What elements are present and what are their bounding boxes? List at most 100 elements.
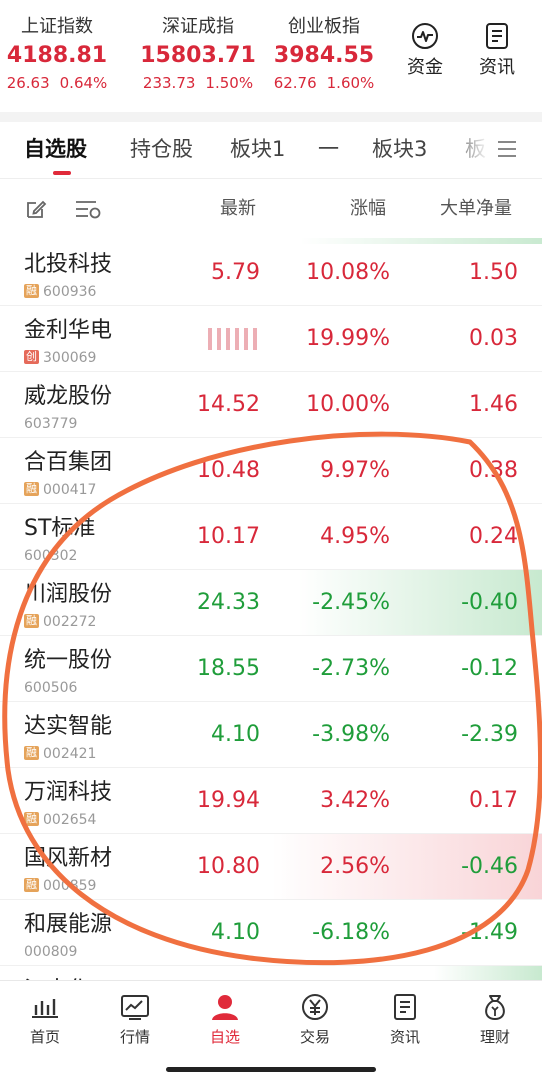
stock-name: 国风新材: [24, 846, 113, 871]
index-chinext[interactable]: 创业板指 3984.55 62.76 1.60%: [259, 14, 389, 94]
stock-code-line: 000809: [24, 944, 77, 960]
sort-filter-icon[interactable]: [74, 197, 102, 221]
nav-label: 资讯: [389, 1028, 420, 1046]
stock-row[interactable]: ST标准 600302 10.17 4.95% 0.24: [0, 504, 542, 570]
stock-row[interactable]: 金利华电创 300069 19.99% 0.03: [0, 306, 542, 372]
tab-watchlist[interactable]: 自选股: [24, 134, 87, 164]
index-value: 15803.71: [140, 43, 256, 68]
stock-code-line: 融 000417: [24, 482, 96, 498]
margin-badge: 融: [24, 284, 39, 298]
stock-code-line: 融 000859: [24, 878, 96, 894]
index-shenzhen[interactable]: 深证成指 15803.71 233.73 1.50%: [133, 14, 263, 94]
stock-list[interactable]: 北投科技融 600936 5.79 10.08% 1.50 金利华电创 300069 19.9…: [0, 240, 542, 980]
stock-price: 4.10: [211, 722, 260, 747]
stock-row[interactable]: 北投科技融 600936 5.79 10.08% 1.50: [0, 240, 542, 306]
stock-net-volume: -1.49: [461, 920, 518, 945]
stock-name: 北投科技: [24, 252, 113, 277]
stock-code: 600302: [24, 548, 78, 564]
nav-market[interactable]: 行情: [90, 993, 180, 1047]
stock-row[interactable]: 万润科技融 002654 19.94 3.42% 0.17: [0, 768, 542, 834]
stock-row[interactable]: 国风新材融 000859 10.80 2.56% -0.46: [0, 834, 542, 900]
stock-change-pct: 19.99%: [306, 326, 390, 351]
stock-change-pct: -2.45%: [312, 590, 390, 615]
yuan-icon: [302, 994, 328, 1020]
stock-code-line: 融 002654: [24, 812, 96, 828]
tab-sector-3[interactable]: 板块3: [372, 134, 427, 164]
nav-label: 首页: [29, 1028, 60, 1046]
funds-label: 资金: [407, 57, 443, 78]
index-change: 233.73 1.50%: [142, 74, 254, 92]
stock-net-volume: 0.17: [469, 788, 518, 813]
money-bag-icon: [485, 995, 505, 1021]
stock-code: 002654: [43, 812, 97, 828]
stock-net-volume: -2.39: [461, 722, 518, 747]
funds-button[interactable]: 资金: [395, 22, 455, 80]
stock-code: 603779: [24, 416, 78, 432]
stock-net-volume: 0.24: [469, 524, 518, 549]
news-label: 资讯: [479, 57, 515, 78]
stock-change-pct: 4.95%: [320, 524, 390, 549]
stock-code-line: 600302: [24, 548, 77, 564]
stock-row[interactable]: 威龙股份 603779 14.52 10.00% 1.46: [0, 372, 542, 438]
stock-row[interactable]: 统一股份 600506 18.55 -2.73% -0.12: [0, 636, 542, 702]
nav-label: 行情: [119, 1028, 150, 1046]
active-tab-indicator: [53, 171, 71, 175]
stock-row[interactable]: 达实智能融 002421 4.10 -3.98% -2.39: [0, 702, 542, 768]
stock-net-volume: -0.12: [461, 656, 518, 681]
stock-change-pct: 9.97%: [320, 458, 390, 483]
margin-badge: 融: [24, 878, 39, 892]
stock-code: 002272: [43, 614, 97, 630]
stock-row[interactable]: 和展能源 000809 4.10 -6.18% -1.49: [0, 900, 542, 966]
stock-code-line: 融 600936: [24, 284, 96, 300]
menu-icon[interactable]: [496, 139, 518, 159]
stock-code: 000417: [43, 482, 97, 498]
tab-separator[interactable]: 一: [318, 134, 339, 164]
stock-change-pct: -2.73%: [312, 656, 390, 681]
stock-price: 5.79: [211, 260, 260, 285]
stock-name: 川润股份: [24, 582, 113, 607]
nav-news[interactable]: 资讯: [360, 993, 450, 1047]
stock-name: ST标准: [24, 516, 96, 541]
stock-row[interactable]: 合百集团融 000417 10.48 9.97% 0.38: [0, 438, 542, 504]
tab-holdings[interactable]: 持仓股: [130, 134, 193, 164]
stock-price: 14.52: [197, 392, 260, 417]
news-document-icon: [394, 994, 416, 1020]
nav-wealth[interactable]: 理财: [450, 993, 540, 1047]
index-value: 3984.55: [273, 43, 375, 68]
nav-home[interactable]: 首页: [0, 993, 90, 1047]
section-gap: [0, 112, 542, 122]
col-net-volume[interactable]: 大单净量: [440, 197, 512, 221]
index-name: 深证成指: [162, 16, 234, 37]
margin-badge: 融: [24, 614, 39, 628]
stock-row[interactable]: 川润股份融 002272 24.33 -2.45% -0.40: [0, 570, 542, 636]
margin-badge: 融: [24, 746, 39, 760]
bottom-nav: 首页 行情 自选 交易 资讯 理财: [0, 980, 542, 1081]
col-change[interactable]: 涨幅: [350, 197, 386, 221]
tab-sector-1[interactable]: 板块1: [230, 134, 285, 164]
stock-net-volume: -0.40: [461, 590, 518, 615]
stock-row[interactable]: 江南化工: [0, 966, 542, 980]
nav-label: 理财: [479, 1028, 510, 1046]
stock-code-line: 融 002421: [24, 746, 96, 762]
stock-price: 18.55: [197, 656, 260, 681]
news-button[interactable]: 资讯: [467, 22, 527, 80]
nav-watchlist[interactable]: 自选: [180, 993, 270, 1047]
edit-icon[interactable]: [24, 197, 48, 221]
stock-change-pct: -3.98%: [312, 722, 390, 747]
pulse-chart-icon: [412, 23, 438, 49]
stock-net-volume: 0.38: [469, 458, 518, 483]
nav-label: 自选: [209, 1028, 240, 1046]
stock-change-pct: 10.08%: [306, 260, 390, 285]
nav-trade[interactable]: 交易: [270, 993, 360, 1047]
nav-label: 交易: [299, 1028, 330, 1046]
stock-net-volume: -0.46: [461, 854, 518, 879]
stock-code: 000859: [43, 878, 97, 894]
margin-badge: 融: [24, 812, 39, 826]
index-shanghai[interactable]: 上证指数 4188.81 26.63 0.64%: [0, 14, 122, 94]
col-latest[interactable]: 最新: [220, 197, 256, 221]
stock-name: 和展能源: [24, 912, 113, 937]
stock-price: 4.10: [211, 920, 260, 945]
stock-net-volume: 1.46: [469, 392, 518, 417]
stock-price: 19.94: [197, 788, 260, 813]
stock-net-volume: 1.50: [469, 260, 518, 285]
